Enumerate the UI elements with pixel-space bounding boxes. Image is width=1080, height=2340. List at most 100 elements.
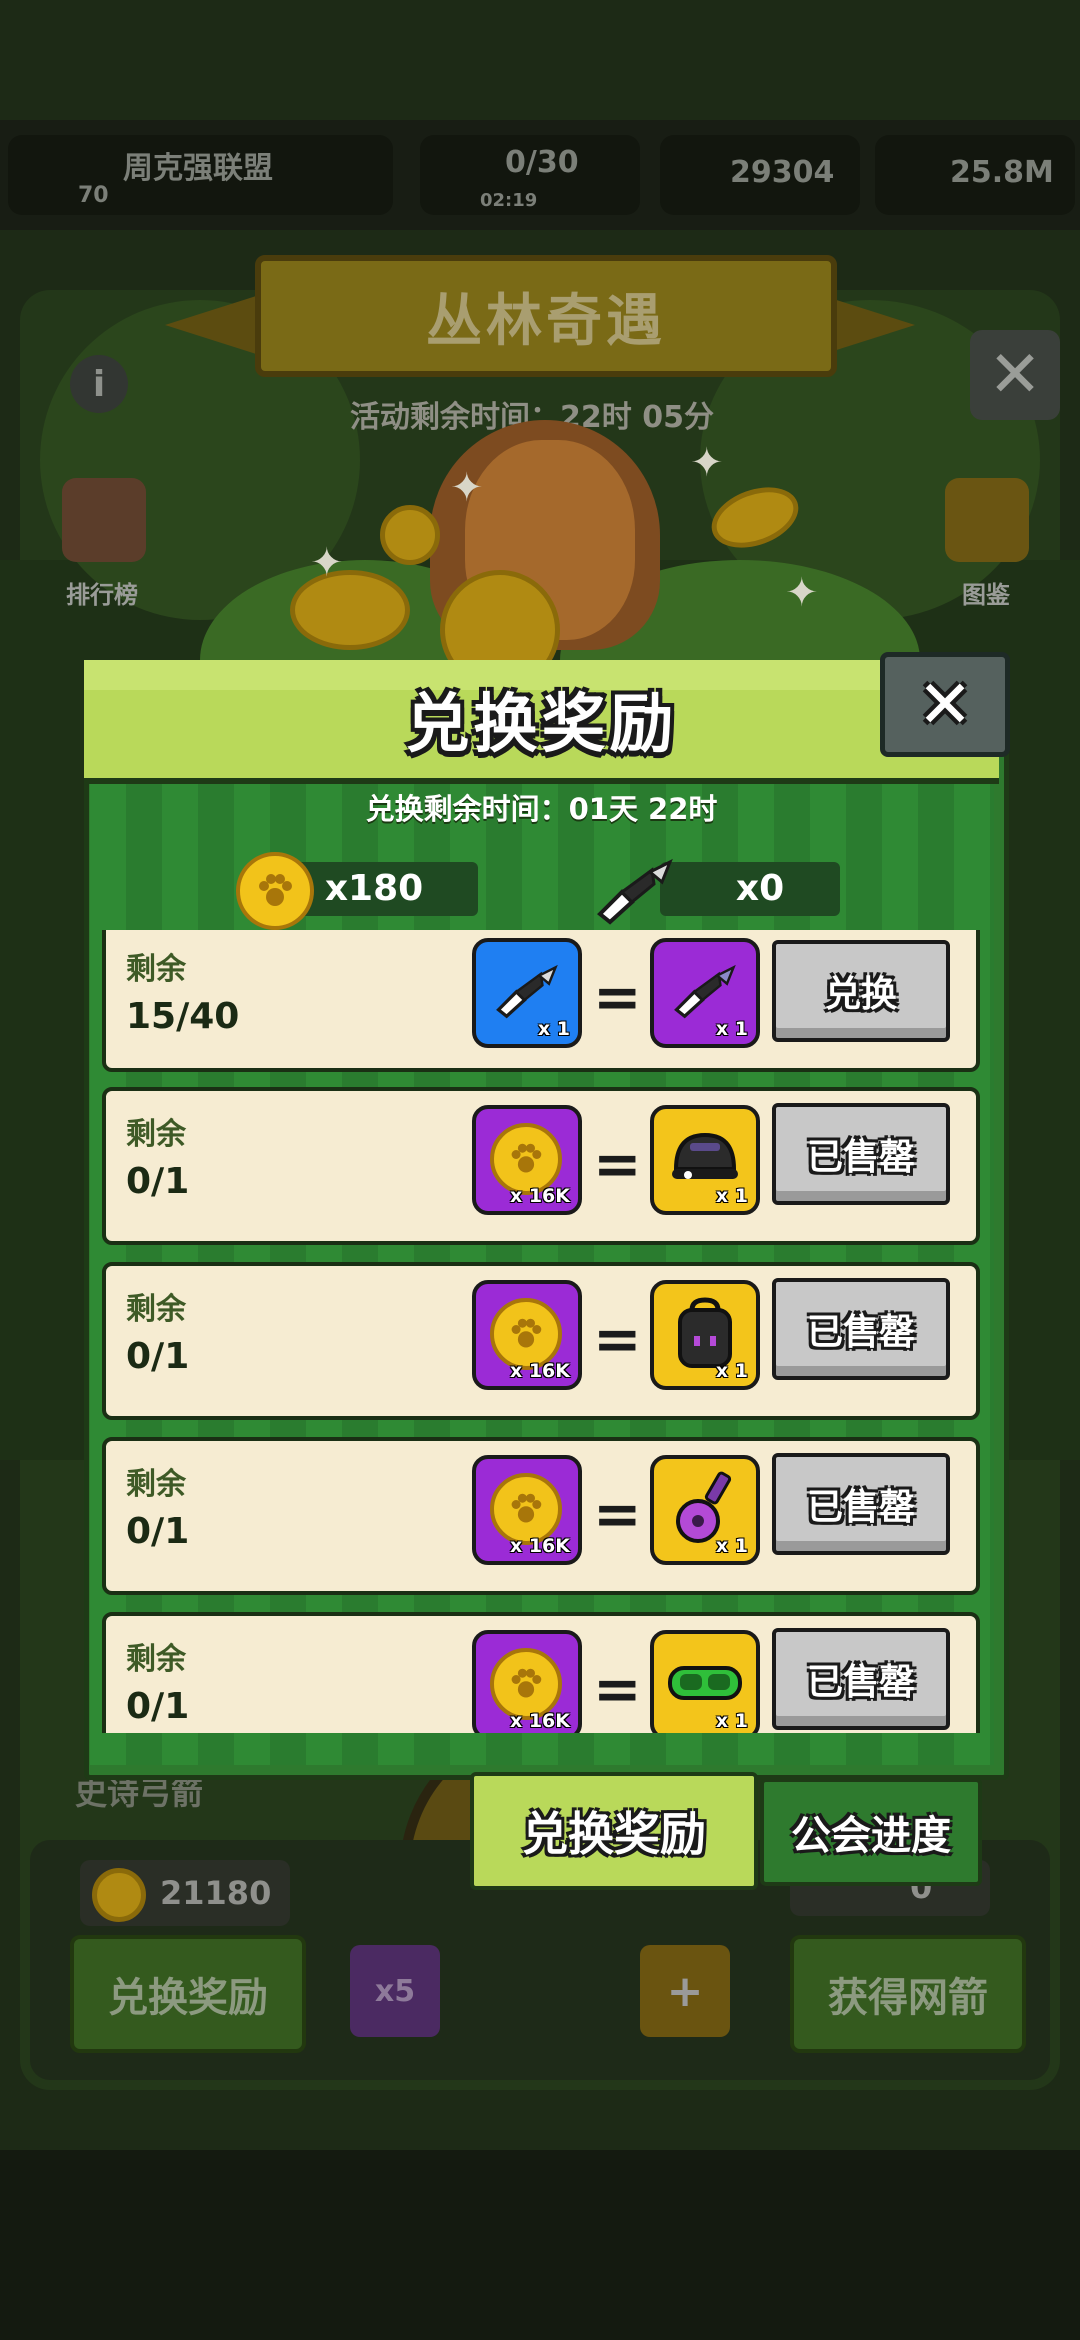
reward-qty: x 1: [715, 1018, 748, 1040]
arrow-amount: x0: [735, 868, 785, 909]
reward-list[interactable]: 剩余 15/40 x 1 = x 1 兑换 剩余 0/1 x 16K = x 1: [90, 930, 994, 1733]
reward-row: 剩余 0/1 x 16K = x 1 已售罄: [102, 1087, 980, 1245]
gold-count: 25.8M: [950, 155, 1054, 190]
arrow-balance: x0: [660, 862, 840, 916]
sold-out-label: 已售罄: [806, 1487, 915, 1528]
sparkle-icon: ✦: [310, 540, 344, 586]
paw-coin-icon: [92, 1868, 146, 1922]
equals-sign: =: [593, 963, 642, 1031]
reward-qty: x 1: [715, 1185, 748, 1207]
cost-tile: x 16K: [472, 1280, 582, 1390]
gold-counter: 25.8M: [875, 135, 1075, 215]
reward-tile: x 1: [650, 1280, 760, 1390]
purple-arrow-icon: [674, 964, 736, 1019]
coin-total-box: 21180: [80, 1860, 290, 1926]
cost-qty: x 1: [537, 1018, 570, 1040]
trophy-timer: 02:19: [480, 190, 538, 211]
cost-tile: x 1: [472, 938, 582, 1048]
remaining-count: 15/40: [126, 996, 240, 1037]
reward-tile: x 1: [650, 1630, 760, 1733]
paw-coin-icon: [236, 852, 314, 930]
background-exchange-button[interactable]: 兑换奖励: [70, 1935, 306, 2053]
exchange-button-label: 兑换: [824, 974, 897, 1015]
bottom-nav-bar: [0, 2150, 1080, 2340]
gem-counter: 29304: [660, 135, 860, 215]
trophy-count: 0/30: [505, 145, 579, 180]
modal-title: 兑换奖励: [405, 688, 678, 762]
plus-button[interactable]: +: [640, 1945, 730, 2037]
remaining-label: 剩余: [126, 1467, 186, 1502]
leaderboard-label: 排行榜: [66, 581, 138, 609]
tab-guild-label: 公会进度: [791, 1813, 951, 1859]
event-banner: 丛林奇遇: [255, 255, 837, 377]
reward-row: 剩余 0/1 x 16K = x 1 已售罄: [102, 1262, 980, 1420]
plus-icon: +: [666, 1965, 704, 2017]
remaining-label: 剩余: [126, 1642, 186, 1677]
event-title: 丛林奇遇: [426, 288, 666, 354]
equals-sign: =: [593, 1655, 642, 1723]
exchange-button[interactable]: 兑换: [772, 940, 950, 1042]
coin-pile: [290, 570, 410, 650]
info-icon[interactable]: i: [70, 355, 128, 413]
reward-qty: x 1: [715, 1360, 748, 1382]
arrow-icon: [592, 856, 678, 926]
close-icon: ✕: [917, 665, 973, 743]
reward-row: 剩余 0/1 x 16K = x 1 已售罄: [102, 1437, 980, 1595]
reward-qty: x 1: [715, 1710, 748, 1732]
background-exchange-label: 兑换奖励: [108, 1975, 268, 2021]
gem-count: 29304: [730, 155, 835, 190]
remaining-label: 剩余: [126, 1292, 186, 1327]
reward-row: 剩余 15/40 x 1 = x 1 兑换: [102, 930, 980, 1072]
player-name: 周克强联盟: [123, 151, 273, 186]
collection-button[interactable]: [945, 478, 1029, 562]
green-goggles-icon: [668, 1666, 742, 1700]
coin-total: 21180: [160, 1874, 272, 1912]
event-close-button[interactable]: ✕: [970, 330, 1060, 420]
tab-exchange-label: 兑换奖励: [522, 1807, 706, 1861]
flying-coin: [380, 505, 440, 565]
sold-out-button[interactable]: 已售罄: [772, 1278, 950, 1380]
reward-tile: x 1: [650, 1105, 760, 1215]
remaining-count: 0/1: [126, 1511, 190, 1552]
equals-sign: =: [593, 1305, 642, 1373]
get-arrows-button[interactable]: 获得网箭: [790, 1935, 1026, 2053]
reward-qty: x 1: [715, 1535, 748, 1557]
reward-row: 剩余 0/1 x 16K = x 1 已售罄: [102, 1612, 980, 1733]
leaderboard-button[interactable]: [62, 478, 146, 562]
sold-out-button[interactable]: 已售罄: [772, 1453, 950, 1555]
sold-out-label: 已售罄: [806, 1312, 915, 1353]
cost-tile: x 16K: [472, 1105, 582, 1215]
collection-label: 图鉴: [962, 581, 1010, 609]
remaining-count: 0/1: [126, 1161, 190, 1202]
sparkle-icon: ✦: [690, 440, 724, 486]
remaining-label: 剩余: [126, 952, 186, 987]
sold-out-button[interactable]: 已售罄: [772, 1628, 950, 1730]
equals-sign: =: [593, 1130, 642, 1198]
sparkle-icon: ✦: [450, 465, 484, 511]
sparkle-icon: ✦: [785, 570, 819, 616]
modal-close-button[interactable]: ✕: [880, 652, 1010, 757]
sold-out-label: 已售罄: [806, 1662, 915, 1703]
exchange-remaining-time: 兑换剩余时间：01天 22时: [365, 792, 718, 826]
get-arrows-label: 获得网箭: [828, 1975, 988, 2021]
multiplier-button[interactable]: x5: [350, 1945, 440, 2037]
player-info[interactable]: 周克强联盟 70: [8, 135, 393, 215]
remaining-count: 0/1: [126, 1686, 190, 1727]
cost-qty: x 16K: [509, 1185, 570, 1207]
arrow-icon: [496, 964, 558, 1019]
reward-tile: x 1: [650, 1455, 760, 1565]
cost-qty: x 16K: [509, 1710, 570, 1732]
equals-sign: =: [593, 1480, 642, 1548]
sold-out-button[interactable]: 已售罄: [772, 1103, 950, 1205]
close-icon: ✕: [988, 338, 1042, 412]
cost-tile: x 16K: [472, 1630, 582, 1733]
cost-tile: x 16K: [472, 1455, 582, 1565]
remaining-label: 剩余: [126, 1117, 186, 1152]
reward-tile: x 1: [650, 938, 760, 1048]
remaining-count: 0/1: [126, 1336, 190, 1377]
cost-qty: x 16K: [509, 1360, 570, 1382]
tab-exchange-rewards[interactable]: 兑换奖励: [470, 1772, 758, 1890]
tab-guild-progress[interactable]: 公会进度: [760, 1778, 982, 1886]
player-level: 70: [78, 183, 109, 208]
trophy-counter: 0/30 02:19: [420, 135, 640, 215]
